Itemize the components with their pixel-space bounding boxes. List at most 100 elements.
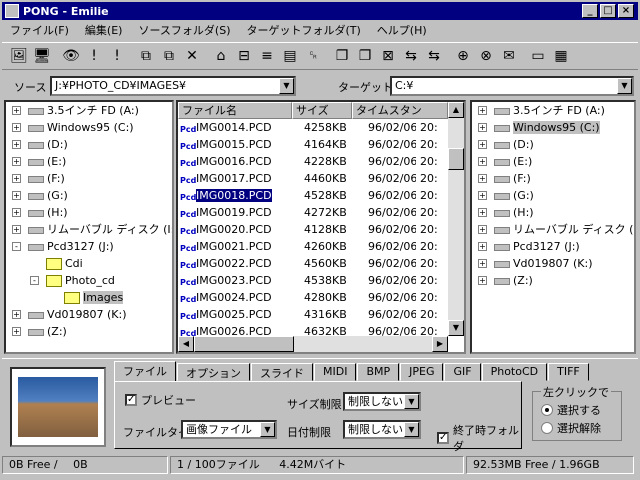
toolbar-icon-5[interactable]: ⧉: [135, 45, 157, 67]
toolbar-icon-13[interactable]: ❐: [331, 45, 353, 67]
toolbar-icon-10[interactable]: ≡: [256, 45, 278, 67]
collapse-icon[interactable]: -: [30, 276, 39, 285]
file-row[interactable]: PcdIMG0014.PCD 4258KB 96/02/06 20:: [178, 119, 464, 136]
close-button[interactable]: ×: [618, 4, 634, 18]
checkbox-box[interactable]: ✓: [437, 432, 449, 444]
tab-5[interactable]: JPEG: [400, 363, 444, 381]
maximize-button[interactable]: □: [600, 4, 616, 18]
expand-icon[interactable]: +: [12, 191, 21, 200]
chevron-down-icon[interactable]: ▼: [279, 78, 294, 94]
tab-8[interactable]: TIFF: [548, 363, 589, 381]
toolbar-icon-18[interactable]: ⊕: [452, 45, 474, 67]
toolbar-icon-20[interactable]: ✉: [498, 45, 520, 67]
tab-1[interactable]: オプション: [177, 363, 250, 381]
tree-item[interactable]: - Photo_cd: [6, 272, 172, 289]
tree-item[interactable]: + (F:): [472, 170, 634, 187]
tree-item[interactable]: + (D:): [6, 136, 172, 153]
size-limit-select[interactable]: 制限しない ▼: [343, 392, 421, 411]
expand-icon[interactable]: +: [478, 174, 487, 183]
app-icon[interactable]: [5, 4, 19, 18]
expand-icon[interactable]: +: [478, 259, 487, 268]
toolbar-icon-11[interactable]: ▤: [279, 45, 301, 67]
date-limit-select[interactable]: 制限しない ▼: [343, 420, 421, 439]
file-row[interactable]: PcdIMG0024.PCD 4280KB 96/02/06 20:: [178, 289, 464, 306]
column-size[interactable]: サイズ: [292, 102, 352, 119]
tree-item[interactable]: + (D:): [472, 136, 634, 153]
target-path-combo[interactable]: C:¥ ▼: [390, 76, 634, 96]
tree-item[interactable]: + Windows95 (C:): [472, 119, 634, 136]
source-tree[interactable]: +3.5インチ FD (A:) + Windows95 (C:) + (D:) + (E:)…: [4, 100, 174, 354]
tree-item[interactable]: + (Z:): [472, 272, 634, 289]
toolbar-icon-2[interactable]: 👁: [60, 45, 82, 67]
expand-icon[interactable]: +: [478, 208, 487, 217]
toolbar-icon-6[interactable]: ⧉: [158, 45, 180, 67]
expand-icon[interactable]: +: [12, 140, 21, 149]
radio-dot[interactable]: [541, 422, 553, 434]
expand-icon[interactable]: +: [478, 140, 487, 149]
expand-icon[interactable]: +: [12, 327, 21, 336]
toolbar-icon-3[interactable]: !: [83, 45, 105, 67]
end-folder-checkbox[interactable]: ✓ 終了時フォルダ: [437, 422, 521, 454]
horizontal-scrollbar[interactable]: ◀ ▶: [178, 336, 448, 352]
column-filename[interactable]: ファイル名: [178, 102, 292, 119]
toolbar-icon-17[interactable]: ⇆: [423, 45, 445, 67]
tree-item[interactable]: + (G:): [472, 187, 634, 204]
chevron-down-icon[interactable]: ▼: [404, 394, 419, 409]
expand-icon[interactable]: +: [478, 157, 487, 166]
expand-icon[interactable]: +: [12, 208, 21, 217]
filetype-select[interactable]: 画像ファイル ▼: [181, 420, 277, 439]
tree-item[interactable]: +3.5インチ FD (A:): [6, 102, 172, 119]
expand-icon[interactable]: +: [12, 106, 21, 115]
toolbar-icon-19[interactable]: ⊗: [475, 45, 497, 67]
tree-item[interactable]: + (E:): [472, 153, 634, 170]
tab-4[interactable]: BMP: [357, 363, 400, 381]
tree-item[interactable]: + (F:): [6, 170, 172, 187]
expand-icon[interactable]: +: [478, 242, 487, 251]
file-row[interactable]: PcdIMG0015.PCD 4164KB 96/02/06 20:: [178, 136, 464, 153]
tree-item[interactable]: + Windows95 (C:): [6, 119, 172, 136]
expand-icon[interactable]: +: [478, 123, 487, 132]
column-timestamp[interactable]: タイムスタン: [352, 102, 448, 119]
tab-7[interactable]: PhotoCD: [481, 363, 548, 381]
expand-icon[interactable]: +: [12, 310, 21, 319]
file-row[interactable]: PcdIMG0025.PCD 4316KB 96/02/06 20:: [178, 306, 464, 323]
toolbar-icon-1[interactable]: 🖥: [31, 45, 53, 67]
tree-item[interactable]: + (H:): [6, 204, 172, 221]
file-row[interactable]: PcdIMG0017.PCD 4460KB 96/02/06 20:: [178, 170, 464, 187]
expand-icon[interactable]: +: [478, 225, 487, 234]
toolbar-icon-14[interactable]: ❐: [354, 45, 376, 67]
tree-item[interactable]: + (H:): [472, 204, 634, 221]
checkbox-box[interactable]: ✓: [125, 394, 137, 406]
radio-dot[interactable]: [541, 404, 553, 416]
toolbar-icon-22[interactable]: ▦: [550, 45, 572, 67]
toolbar-icon-15[interactable]: ⊠: [377, 45, 399, 67]
file-row[interactable]: PcdIMG0020.PCD 4128KB 96/02/06 20:: [178, 221, 464, 238]
tab-3[interactable]: MIDI: [314, 363, 357, 381]
expand-icon[interactable]: +: [12, 157, 21, 166]
expand-icon[interactable]: +: [478, 191, 487, 200]
menu-target-folder[interactable]: ターゲットフォルダ(T): [238, 22, 368, 38]
file-row[interactable]: PcdIMG0022.PCD 4560KB 96/02/06 20:: [178, 255, 464, 272]
target-tree[interactable]: +3.5インチ FD (A:) + Windows95 (C:) + (D:) + (E:)…: [470, 100, 636, 354]
tree-item[interactable]: + Vd019807 (K:): [6, 306, 172, 323]
menu-file[interactable]: ファイル(F): [2, 22, 77, 38]
toolbar-icon-7[interactable]: ✕: [181, 45, 203, 67]
tree-item[interactable]: + (E:): [6, 153, 172, 170]
file-row[interactable]: PcdIMG0016.PCD 4228KB 96/02/06 20:: [178, 153, 464, 170]
scroll-right-icon[interactable]: ▶: [432, 336, 448, 352]
menu-source-folder[interactable]: ソースフォルダ(S): [130, 22, 238, 38]
tree-item[interactable]: Images: [6, 289, 172, 306]
file-row[interactable]: PcdIMG0021.PCD 4260KB 96/02/06 20:: [178, 238, 464, 255]
tree-item[interactable]: + リムーバブル ディスク (I:): [472, 221, 634, 238]
chevron-down-icon[interactable]: ▼: [260, 422, 275, 437]
expand-icon[interactable]: +: [478, 106, 487, 115]
menu-help[interactable]: ヘルプ(H): [369, 22, 435, 38]
vertical-scrollbar[interactable]: ▲ ▼: [448, 102, 464, 336]
scroll-down-icon[interactable]: ▼: [448, 320, 464, 336]
scroll-left-icon[interactable]: ◀: [178, 336, 194, 352]
hscroll-thumb[interactable]: [194, 336, 294, 352]
toolbar-icon-0[interactable]: 🖼: [8, 45, 30, 67]
scroll-up-icon[interactable]: ▲: [448, 102, 464, 118]
file-row[interactable]: PcdIMG0023.PCD 4538KB 96/02/06 20:: [178, 272, 464, 289]
menu-edit[interactable]: 編集(E): [77, 22, 131, 38]
